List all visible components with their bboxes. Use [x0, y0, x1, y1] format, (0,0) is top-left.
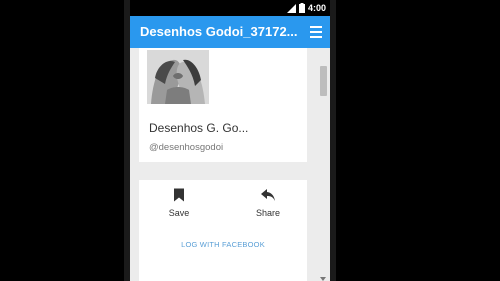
log-with-facebook-link[interactable]: LOG WITH FACEBOOK: [139, 240, 307, 249]
save-button[interactable]: Save: [149, 188, 209, 218]
hamburger-menu-icon[interactable]: [310, 26, 322, 38]
actions-card: Save Share LOG WITH FACEBOOK: [139, 180, 307, 281]
scrollbar-thumb[interactable]: [320, 66, 327, 96]
profile-name: Desenhos G. Go...: [149, 121, 249, 135]
main-content: Desenhos G. Go... @desenhosgodoi Save Sh…: [130, 48, 330, 281]
signal-icon: [286, 3, 296, 13]
bookmark-icon: [174, 188, 184, 202]
status-bar-indicators: 4:00: [286, 2, 326, 14]
phone-frame: 4:00 Desenhos Godoi_37172... Desenhos G.…: [124, 0, 336, 281]
status-bar: 4:00: [130, 0, 330, 16]
battery-icon: [298, 3, 305, 13]
scroll-down-arrow-icon[interactable]: [320, 277, 326, 281]
app-bar: Desenhos Godoi_37172...: [130, 16, 330, 48]
scrollbar[interactable]: [319, 66, 328, 281]
profile-handle: @desenhosgodoi: [149, 142, 224, 153]
share-button[interactable]: Share: [238, 188, 298, 218]
avatar[interactable]: [147, 50, 209, 104]
reply-share-icon: [261, 189, 275, 201]
save-label: Save: [168, 208, 190, 218]
status-time: 4:00: [307, 3, 326, 13]
app-bar-title: Desenhos Godoi_37172...: [140, 24, 298, 39]
share-label: Share: [255, 208, 281, 218]
profile-card: Desenhos G. Go... @desenhosgodoi: [139, 48, 307, 162]
app-screen: 4:00 Desenhos Godoi_37172... Desenhos G.…: [130, 0, 330, 281]
